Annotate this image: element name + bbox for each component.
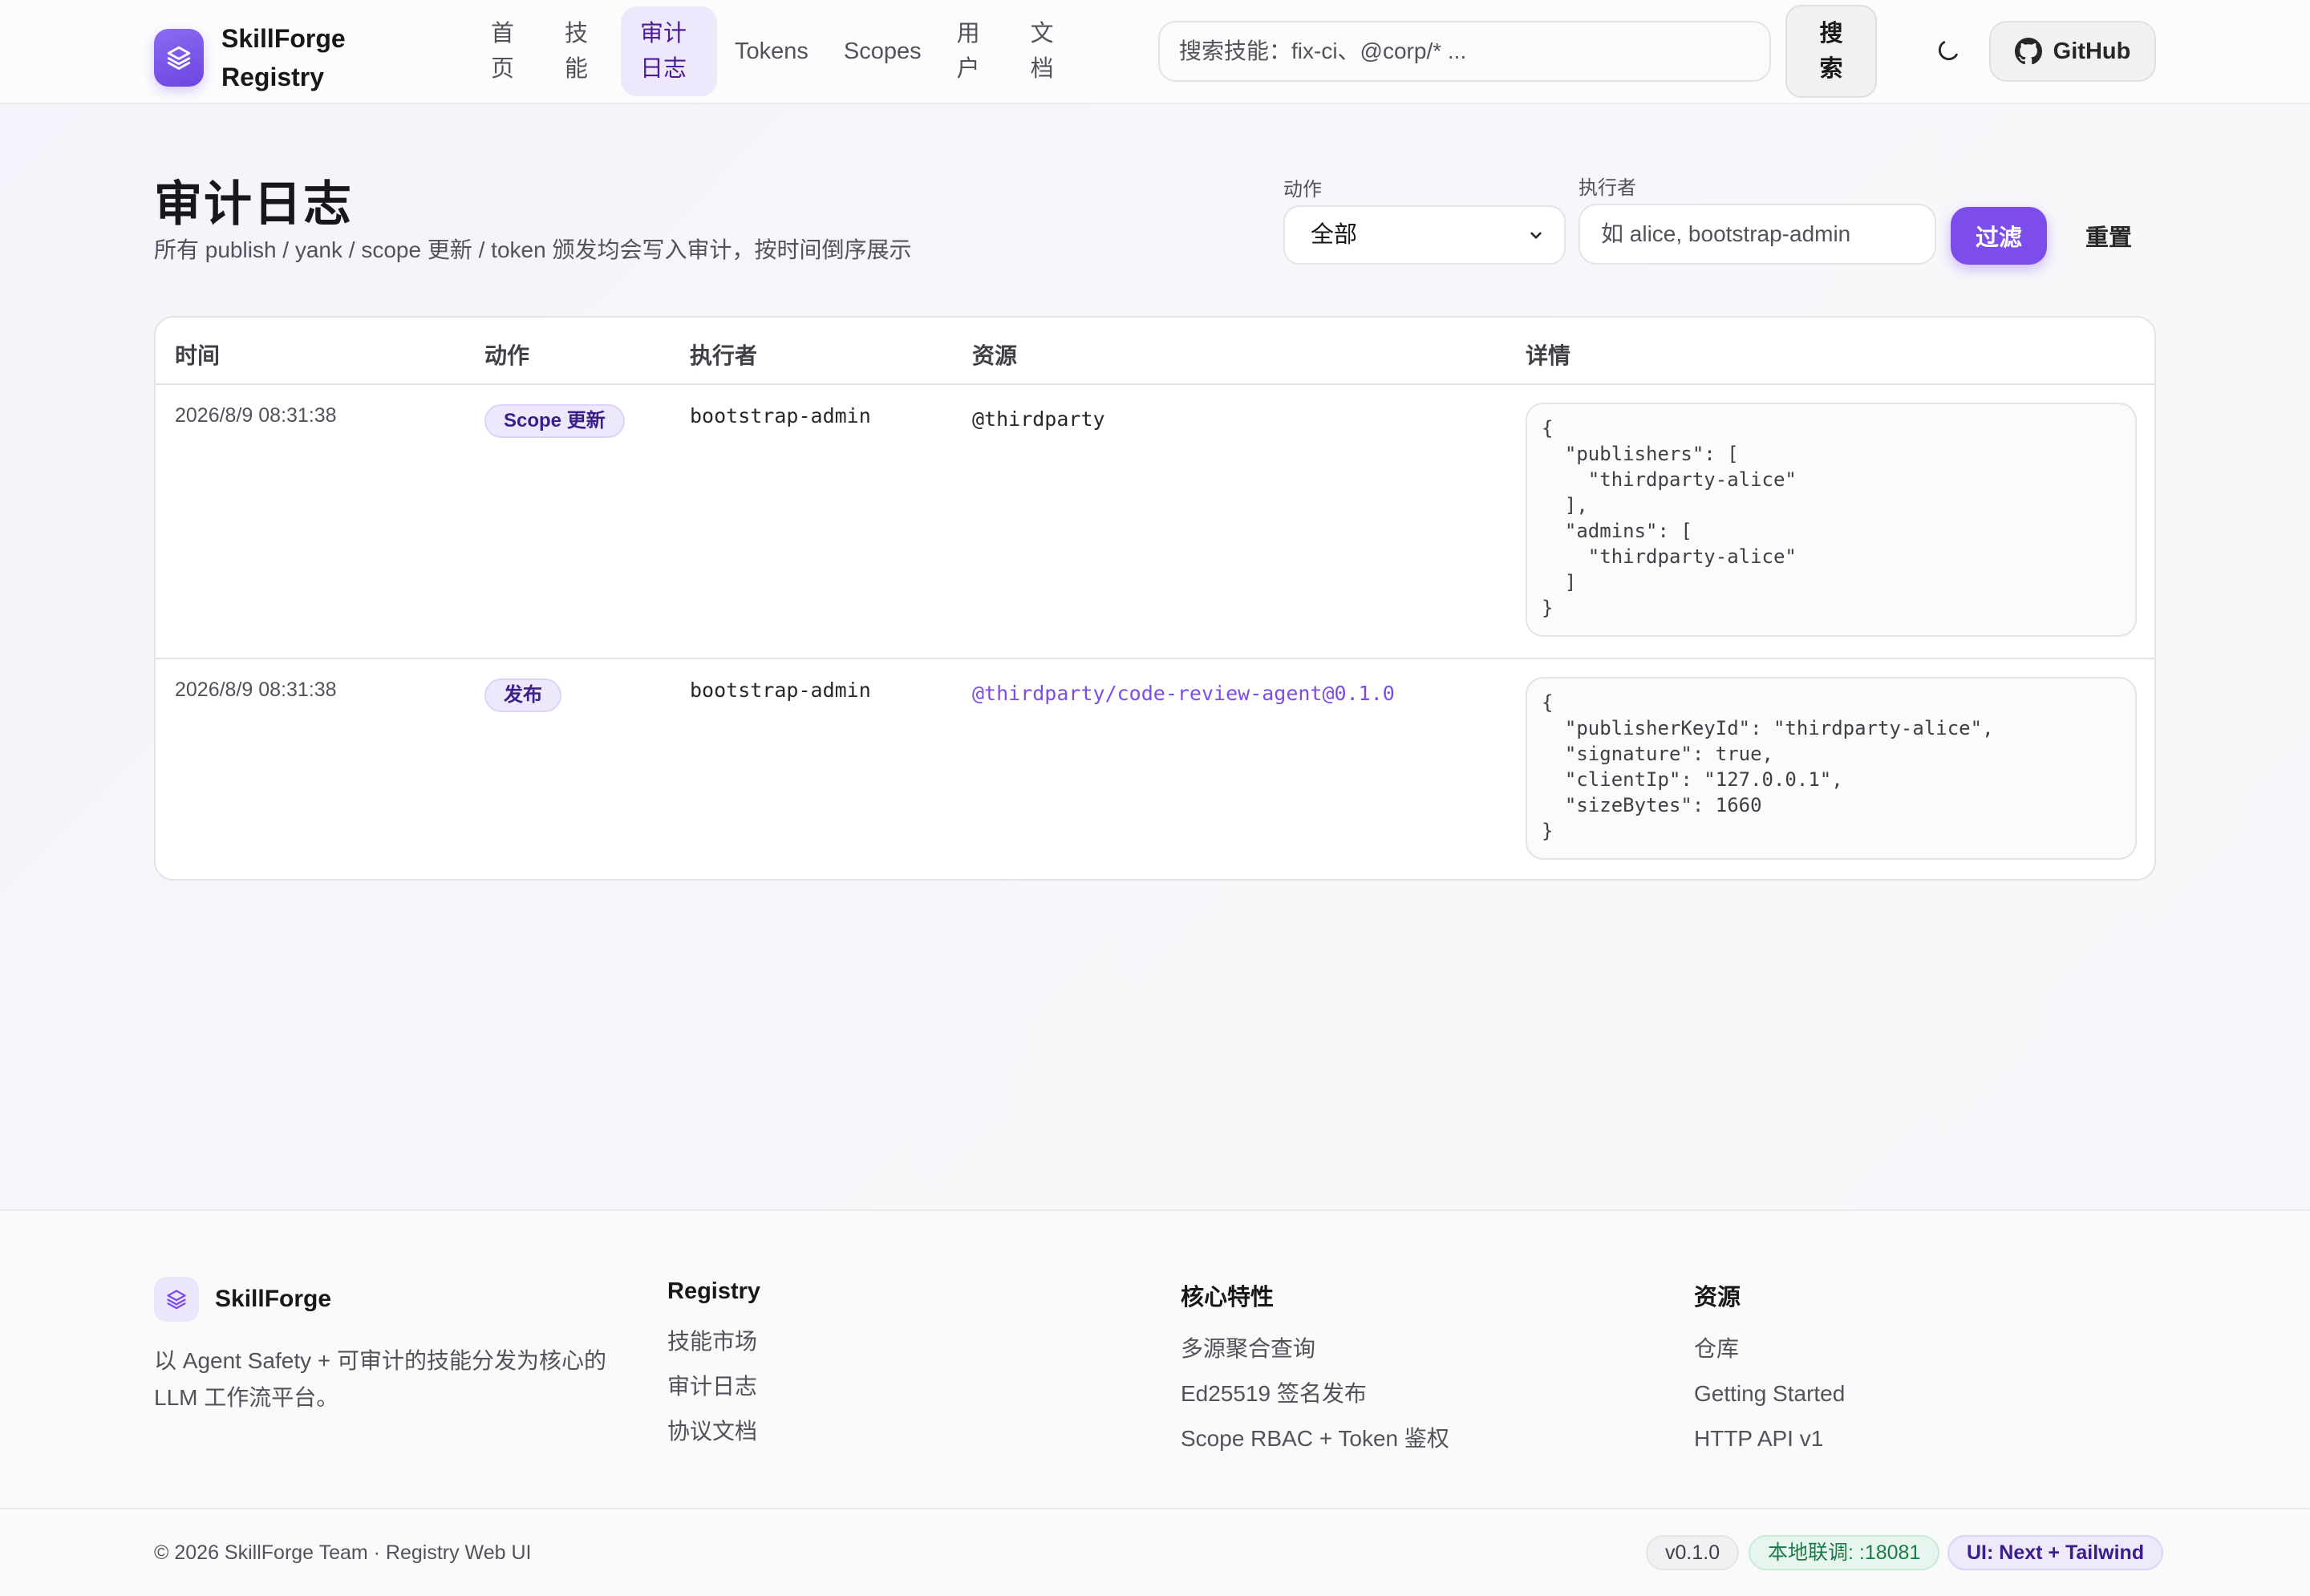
actor-filter-label: 执行者: [1578, 177, 1636, 199]
brand[interactable]: SkillForge Registry: [154, 19, 358, 96]
row-details: { "publisherKeyId": "thirdparty-alice", …: [1526, 677, 2137, 860]
footer-link-skill-market[interactable]: 技能市场: [667, 1319, 760, 1364]
column-header-details: 详情: [1526, 343, 1571, 368]
search-input[interactable]: 搜索技能：fix-ci、@corp/* ...: [1158, 21, 1771, 82]
action-badge: Scope 更新: [484, 404, 625, 438]
layers-icon: [154, 29, 204, 87]
layers-icon: [154, 1277, 199, 1322]
moon-icon: [1938, 41, 1958, 61]
footer-link-scope-rbac[interactable]: Scope RBAC + Token 鉴权: [1181, 1416, 1449, 1461]
nav-scopes[interactable]: Scopes: [826, 6, 939, 96]
column-header-actor: 执行者: [690, 343, 758, 368]
row-divider: [156, 658, 2154, 659]
actor-input[interactable]: 如 alice, bootstrap-admin: [1578, 204, 1936, 265]
footer-column-registry: Registry 技能市场 审计日志 协议文档: [667, 1278, 760, 1454]
footer-column-resources: 资源 仓库 Getting Started HTTP API v1: [1694, 1278, 1845, 1461]
local-port-badge: 本地联调: :18081: [1749, 1535, 1940, 1570]
footer-link-getting-started[interactable]: Getting Started: [1694, 1371, 1845, 1416]
row-actor: bootstrap-admin: [690, 679, 871, 702]
footer-brand[interactable]: SkillForge: [154, 1277, 331, 1322]
footer-link-protocol-docs[interactable]: 协议文档: [667, 1409, 760, 1454]
filter-button[interactable]: 过滤: [1951, 207, 2047, 265]
resource-link[interactable]: @thirdparty/code-review-agent@0.1.0: [972, 682, 1395, 705]
header-divider: [156, 383, 2154, 385]
nav-home[interactable]: 首页: [473, 6, 547, 96]
nav-audit-log[interactable]: 审计日志: [621, 6, 717, 96]
chevron-down-icon: [1530, 232, 1542, 239]
footer-brand-name: SkillForge: [215, 1286, 332, 1312]
row-time: 2026/8/9 08:31:38: [175, 404, 337, 427]
action-filter-label: 动作: [1283, 179, 1322, 201]
column-header-time: 时间: [175, 343, 221, 368]
column-header-resource: 资源: [972, 343, 1018, 368]
reset-button[interactable]: 重置: [2065, 207, 2153, 265]
version-badge: v0.1.0: [1646, 1535, 1740, 1570]
row-actor: bootstrap-admin: [690, 404, 871, 427]
search-button[interactable]: 搜索: [1785, 5, 1877, 98]
copyright: © 2026 SkillForge Team · Registry Web UI: [154, 1541, 532, 1564]
nav-users[interactable]: 用户: [939, 6, 1013, 96]
brand-name: SkillForge Registry: [221, 24, 346, 91]
footer-column-features: 核心特性 多源聚合查询 Ed25519 签名发布 Scope RBAC + To…: [1181, 1278, 1449, 1461]
main-nav: 首页 技能 审计日志 Tokens Scopes 用户 文档: [473, 6, 1087, 96]
row-resource: @thirdparty: [972, 407, 1105, 431]
footer-link-audit-log[interactable]: 审计日志: [667, 1364, 760, 1409]
nav-skills[interactable]: 技能: [547, 6, 621, 96]
footer-column-title: 核心特性: [1181, 1285, 1275, 1310]
row-details: { "publishers": [ "thirdparty-alice" ], …: [1526, 403, 2137, 637]
github-label: GitHub: [2053, 38, 2131, 64]
footer-link-multi-source[interactable]: 多源聚合查询: [1181, 1327, 1449, 1371]
footer-link-repo[interactable]: 仓库: [1694, 1327, 1845, 1371]
row-time: 2026/8/9 08:31:38: [175, 679, 337, 701]
action-badge: 发布: [484, 679, 561, 712]
footer-divider: [0, 1508, 2310, 1509]
footer: SkillForge 以 Agent Safety + 可审计的技能分发为核心的…: [0, 1209, 2310, 1596]
page-subtitle: 所有 publish / yank / scope 更新 / token 颁发均…: [154, 237, 912, 262]
nav-tokens[interactable]: Tokens: [717, 6, 826, 96]
theme-toggle[interactable]: [1925, 29, 1970, 74]
footer-column-title: Registry: [667, 1278, 761, 1304]
footer-link-http-api[interactable]: HTTP API v1: [1694, 1416, 1845, 1461]
page-title: 审计日志: [154, 177, 353, 231]
ui-stack-badge: UI: Next + Tailwind: [1947, 1535, 2164, 1570]
column-header-action: 动作: [484, 343, 530, 368]
footer-link-ed25519[interactable]: Ed25519 签名发布: [1181, 1371, 1449, 1416]
top-navbar: SkillForge Registry 首页 技能 审计日志 Tokens Sc…: [0, 0, 2310, 104]
footer-column-title: 资源: [1694, 1285, 1741, 1310]
nav-docs[interactable]: 文档: [1013, 6, 1087, 96]
footer-description: 以 Agent Safety + 可审计的技能分发为核心的 LLM 工作流平台。: [154, 1348, 607, 1410]
audit-table: 时间 动作 执行者 资源 详情 2026/8/9 08:31:38 Scope …: [154, 316, 2156, 881]
github-button[interactable]: GitHub: [1989, 21, 2156, 82]
action-select[interactable]: 全部: [1283, 205, 1566, 265]
github-icon: [2014, 38, 2042, 65]
action-select-value: 全部: [1311, 222, 1358, 248]
